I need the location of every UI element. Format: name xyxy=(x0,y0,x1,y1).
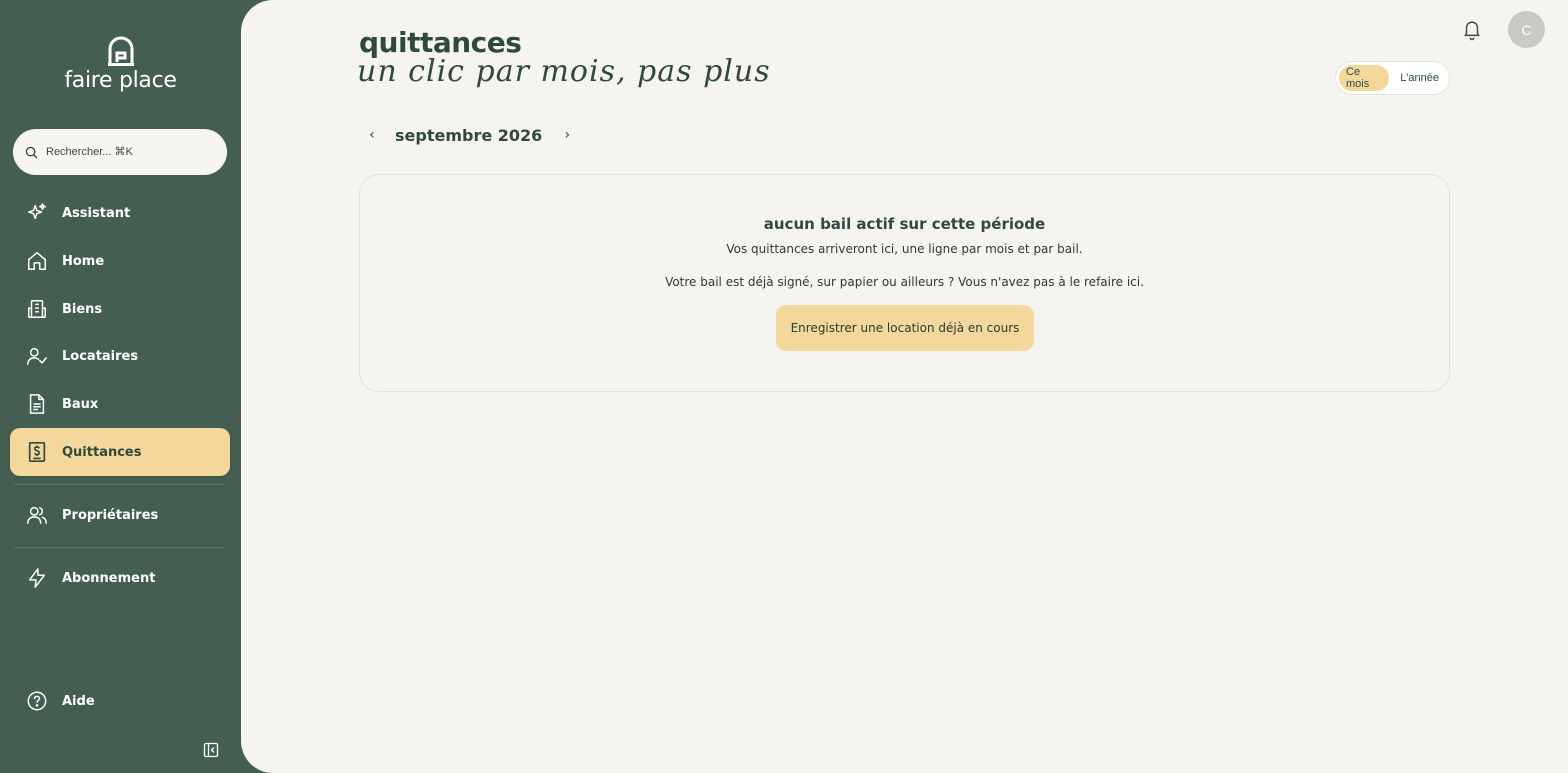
logo[interactable]: faire place xyxy=(0,36,241,93)
sidebar-item-quittances[interactable]: Quittances xyxy=(10,428,230,476)
sidebar-item-label: Aide xyxy=(62,693,95,709)
sidebar-item-label: Abonnement xyxy=(62,570,156,586)
sidebar-item-label: Quittances xyxy=(62,444,142,460)
sidebar-item-label: Locataires xyxy=(62,348,139,364)
toggle-this-year[interactable]: L'année xyxy=(1393,65,1446,91)
current-period: septembre 2026 xyxy=(395,125,543,145)
home-icon xyxy=(28,252,46,270)
sidebar-item-biens[interactable]: Biens xyxy=(10,286,230,332)
building-icon xyxy=(28,300,46,318)
brand-name: faire place xyxy=(64,68,177,93)
avatar[interactable]: C xyxy=(1508,11,1545,48)
sidebar-item-label: Biens xyxy=(62,301,103,317)
user-check-icon xyxy=(27,347,47,365)
sidebar-item-label: Propriétaires xyxy=(62,507,159,523)
sidebar-collapse-icon xyxy=(203,742,219,758)
sidebar-item-home[interactable]: Home xyxy=(10,238,230,284)
period-toggle: Ce mois L'année xyxy=(1335,61,1450,95)
sparkles-icon xyxy=(28,203,46,220)
sidebar-divider xyxy=(14,484,224,485)
users-icon xyxy=(27,506,47,524)
lightning-icon xyxy=(28,568,46,588)
register-existing-rental-button[interactable]: Enregistrer une location déjà en cours xyxy=(776,305,1034,351)
sidebar-item-abonnement[interactable]: Abonnement xyxy=(10,555,230,601)
previous-month-button[interactable]: ‹ xyxy=(359,122,385,148)
empty-state-title: aucun bail actif sur cette période xyxy=(763,215,1046,233)
search-icon xyxy=(25,146,38,158)
notifications-button[interactable] xyxy=(1461,17,1483,41)
sidebar-item-locataires[interactable]: Locataires xyxy=(10,333,230,379)
help-circle-icon xyxy=(27,691,47,711)
next-month-button[interactable]: › xyxy=(554,122,580,148)
empty-state-hint: Votre bail est déjà signé, sur papier ou… xyxy=(665,275,1144,289)
sidebar-divider xyxy=(14,547,224,548)
toggle-this-month[interactable]: Ce mois xyxy=(1339,65,1390,91)
sidebar-item-baux[interactable]: Baux xyxy=(10,381,230,427)
collapse-sidebar-button[interactable] xyxy=(203,742,219,758)
bell-icon xyxy=(1464,21,1480,41)
empty-state-card: aucun bail actif sur cette période Vos q… xyxy=(359,174,1450,392)
logo-house-icon xyxy=(107,36,134,66)
sidebar-item-aide[interactable]: Aide xyxy=(10,678,230,724)
period-selector: ‹ septembre 2026 › xyxy=(359,122,580,148)
sidebar-item-assistant[interactable]: Assistant xyxy=(10,190,230,236)
sidebar: faire place Assistant Home Biens xyxy=(0,0,241,773)
main-content: quittances un clic par mois, pas plus C … xyxy=(241,0,1568,773)
sidebar-item-label: Assistant xyxy=(62,205,131,221)
sidebar-item-label: Baux xyxy=(62,396,99,412)
empty-state-description: Vos quittances arriveront ici, une ligne… xyxy=(726,242,1083,256)
search-box[interactable] xyxy=(13,129,227,175)
search-input[interactable] xyxy=(46,146,206,158)
sidebar-item-label: Home xyxy=(62,253,105,269)
page-subtitle: un clic par mois, pas plus xyxy=(357,54,771,89)
sidebar-item-proprietaires[interactable]: Propriétaires xyxy=(10,492,230,538)
document-icon xyxy=(29,394,45,414)
receipt-dollar-icon xyxy=(28,442,46,462)
